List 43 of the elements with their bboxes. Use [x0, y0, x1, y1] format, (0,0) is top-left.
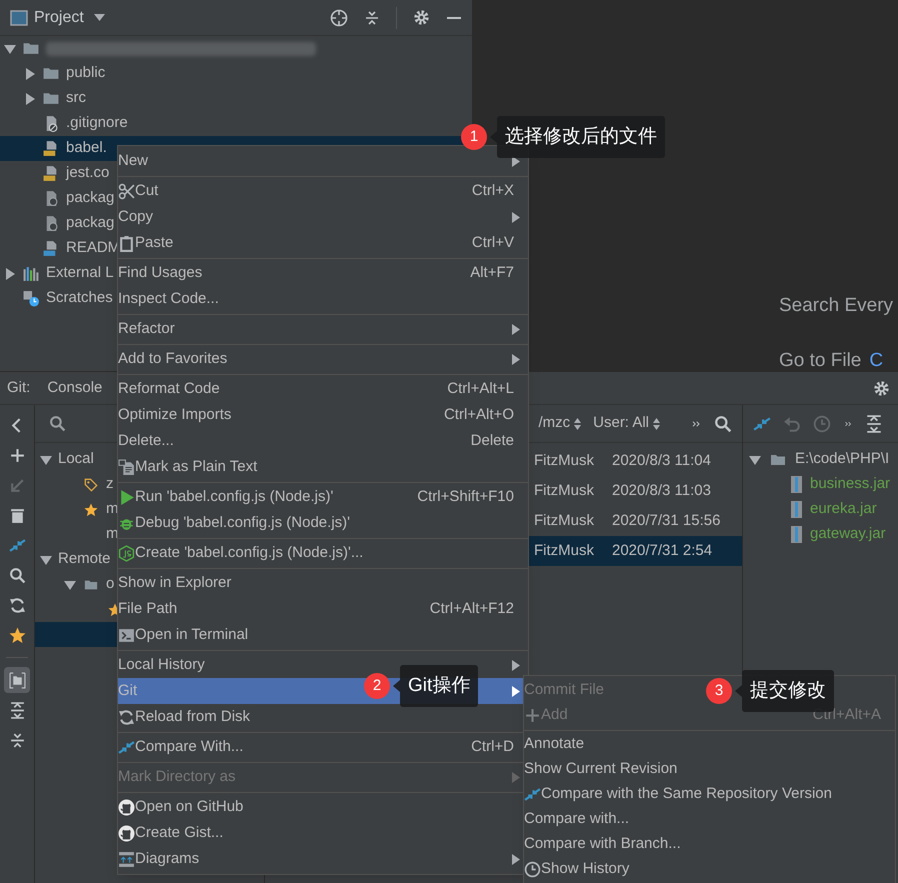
file-name: External L [46, 263, 114, 284]
shortcut-text: Delete [470, 430, 515, 451]
callout-tooltip: 选择修改后的文件 [497, 116, 665, 158]
author-text: FitzMusk [534, 540, 595, 561]
author-text: FitzMusk [534, 510, 595, 531]
file-name: babel. [66, 138, 107, 158]
folder-path: E:\code\PHP\I [795, 449, 890, 470]
branch-name: Remote [58, 549, 111, 570]
panel-title: Project [34, 8, 84, 28]
file-name: .gitignore [66, 113, 128, 134]
file-name: public [66, 63, 106, 84]
shortcut-text: Ctrl+V [472, 232, 515, 253]
shortcut-text: Alt+F7 [470, 262, 515, 283]
shortcut-text: Ctrl+X [472, 180, 515, 201]
branch-name: z [106, 474, 114, 494]
file-name: src [66, 88, 86, 108]
shortcut-text: Ctrl+Alt+O [444, 404, 515, 425]
file-name: packag [66, 213, 114, 234]
file-name: business.jar [810, 474, 890, 494]
file-name: packag [66, 188, 114, 208]
file-name: jest.co [66, 163, 110, 184]
shortcut-text: Ctrl+Alt+F12 [430, 598, 515, 619]
date-text: 2020/7/31 2:54 [612, 540, 714, 561]
date-text: 2020/8/3 11:03 [612, 480, 712, 501]
hint-text: Go to File [779, 348, 862, 372]
callout-tooltip: 提交修改 [742, 670, 834, 712]
file-name: Scratches [46, 288, 113, 308]
branch-name: Local [58, 449, 94, 470]
date-text: 2020/8/3 11:04 [612, 450, 712, 471]
shortcut-text: Ctrl+Shift+F10 [417, 486, 515, 507]
file-name: gateway.jar [810, 524, 886, 544]
branch-name: o [106, 574, 114, 594]
shortcut-text: Ctrl+Alt+L [447, 378, 515, 399]
file-name: eureka.jar [810, 499, 877, 520]
author-text: FitzMusk [534, 480, 595, 501]
date-text: 2020/7/31 15:56 [612, 510, 722, 531]
panel-label: Git: [7, 378, 30, 398]
hint-text: Search Every [779, 294, 894, 318]
author-text: FitzMusk [534, 450, 595, 471]
callout-tooltip: Git操作 [400, 665, 478, 707]
menu-label: Git [118, 680, 138, 701]
shortcut-text: Ctrl+D [471, 736, 515, 757]
shortcut-text: C [869, 348, 884, 372]
